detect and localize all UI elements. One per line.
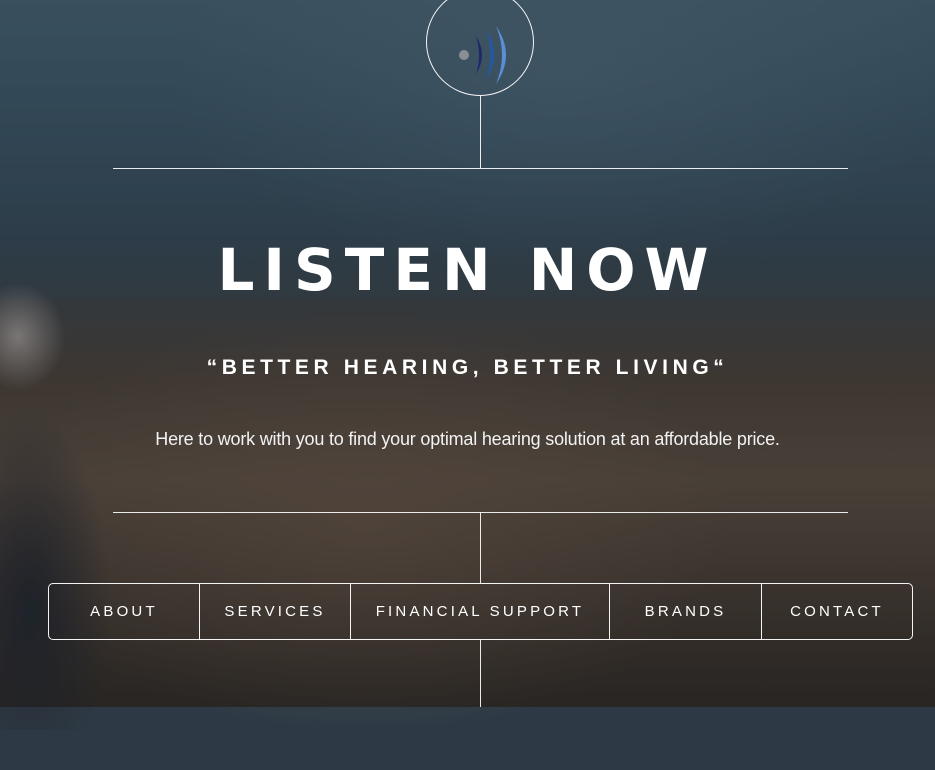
hero-title: LISTEN NOW xyxy=(217,236,718,304)
top-vertical-divider xyxy=(480,96,481,168)
nav-item-contact[interactable]: CONTACT xyxy=(762,584,912,639)
bottom-vertical-divider-lower xyxy=(480,640,481,707)
nav-item-financial-support[interactable]: FINANCIAL SUPPORT xyxy=(351,584,610,639)
hero-tagline: “BETTER HEARING, BETTER LIVING“ xyxy=(206,356,729,379)
nav-item-brands[interactable]: BRANDS xyxy=(610,584,762,639)
main-navigation: ABOUT SERVICES FINANCIAL SUPPORT BRANDS … xyxy=(48,583,913,640)
brand-logo[interactable] xyxy=(426,0,534,96)
nav-item-about[interactable]: ABOUT xyxy=(49,584,200,639)
bottom-vertical-divider-upper xyxy=(480,512,481,583)
top-horizontal-divider xyxy=(113,168,848,169)
hero-description: Here to work with you to find your optim… xyxy=(155,429,780,449)
nav-item-services[interactable]: SERVICES xyxy=(200,584,351,639)
sound-waves-logo-icon xyxy=(459,26,506,84)
